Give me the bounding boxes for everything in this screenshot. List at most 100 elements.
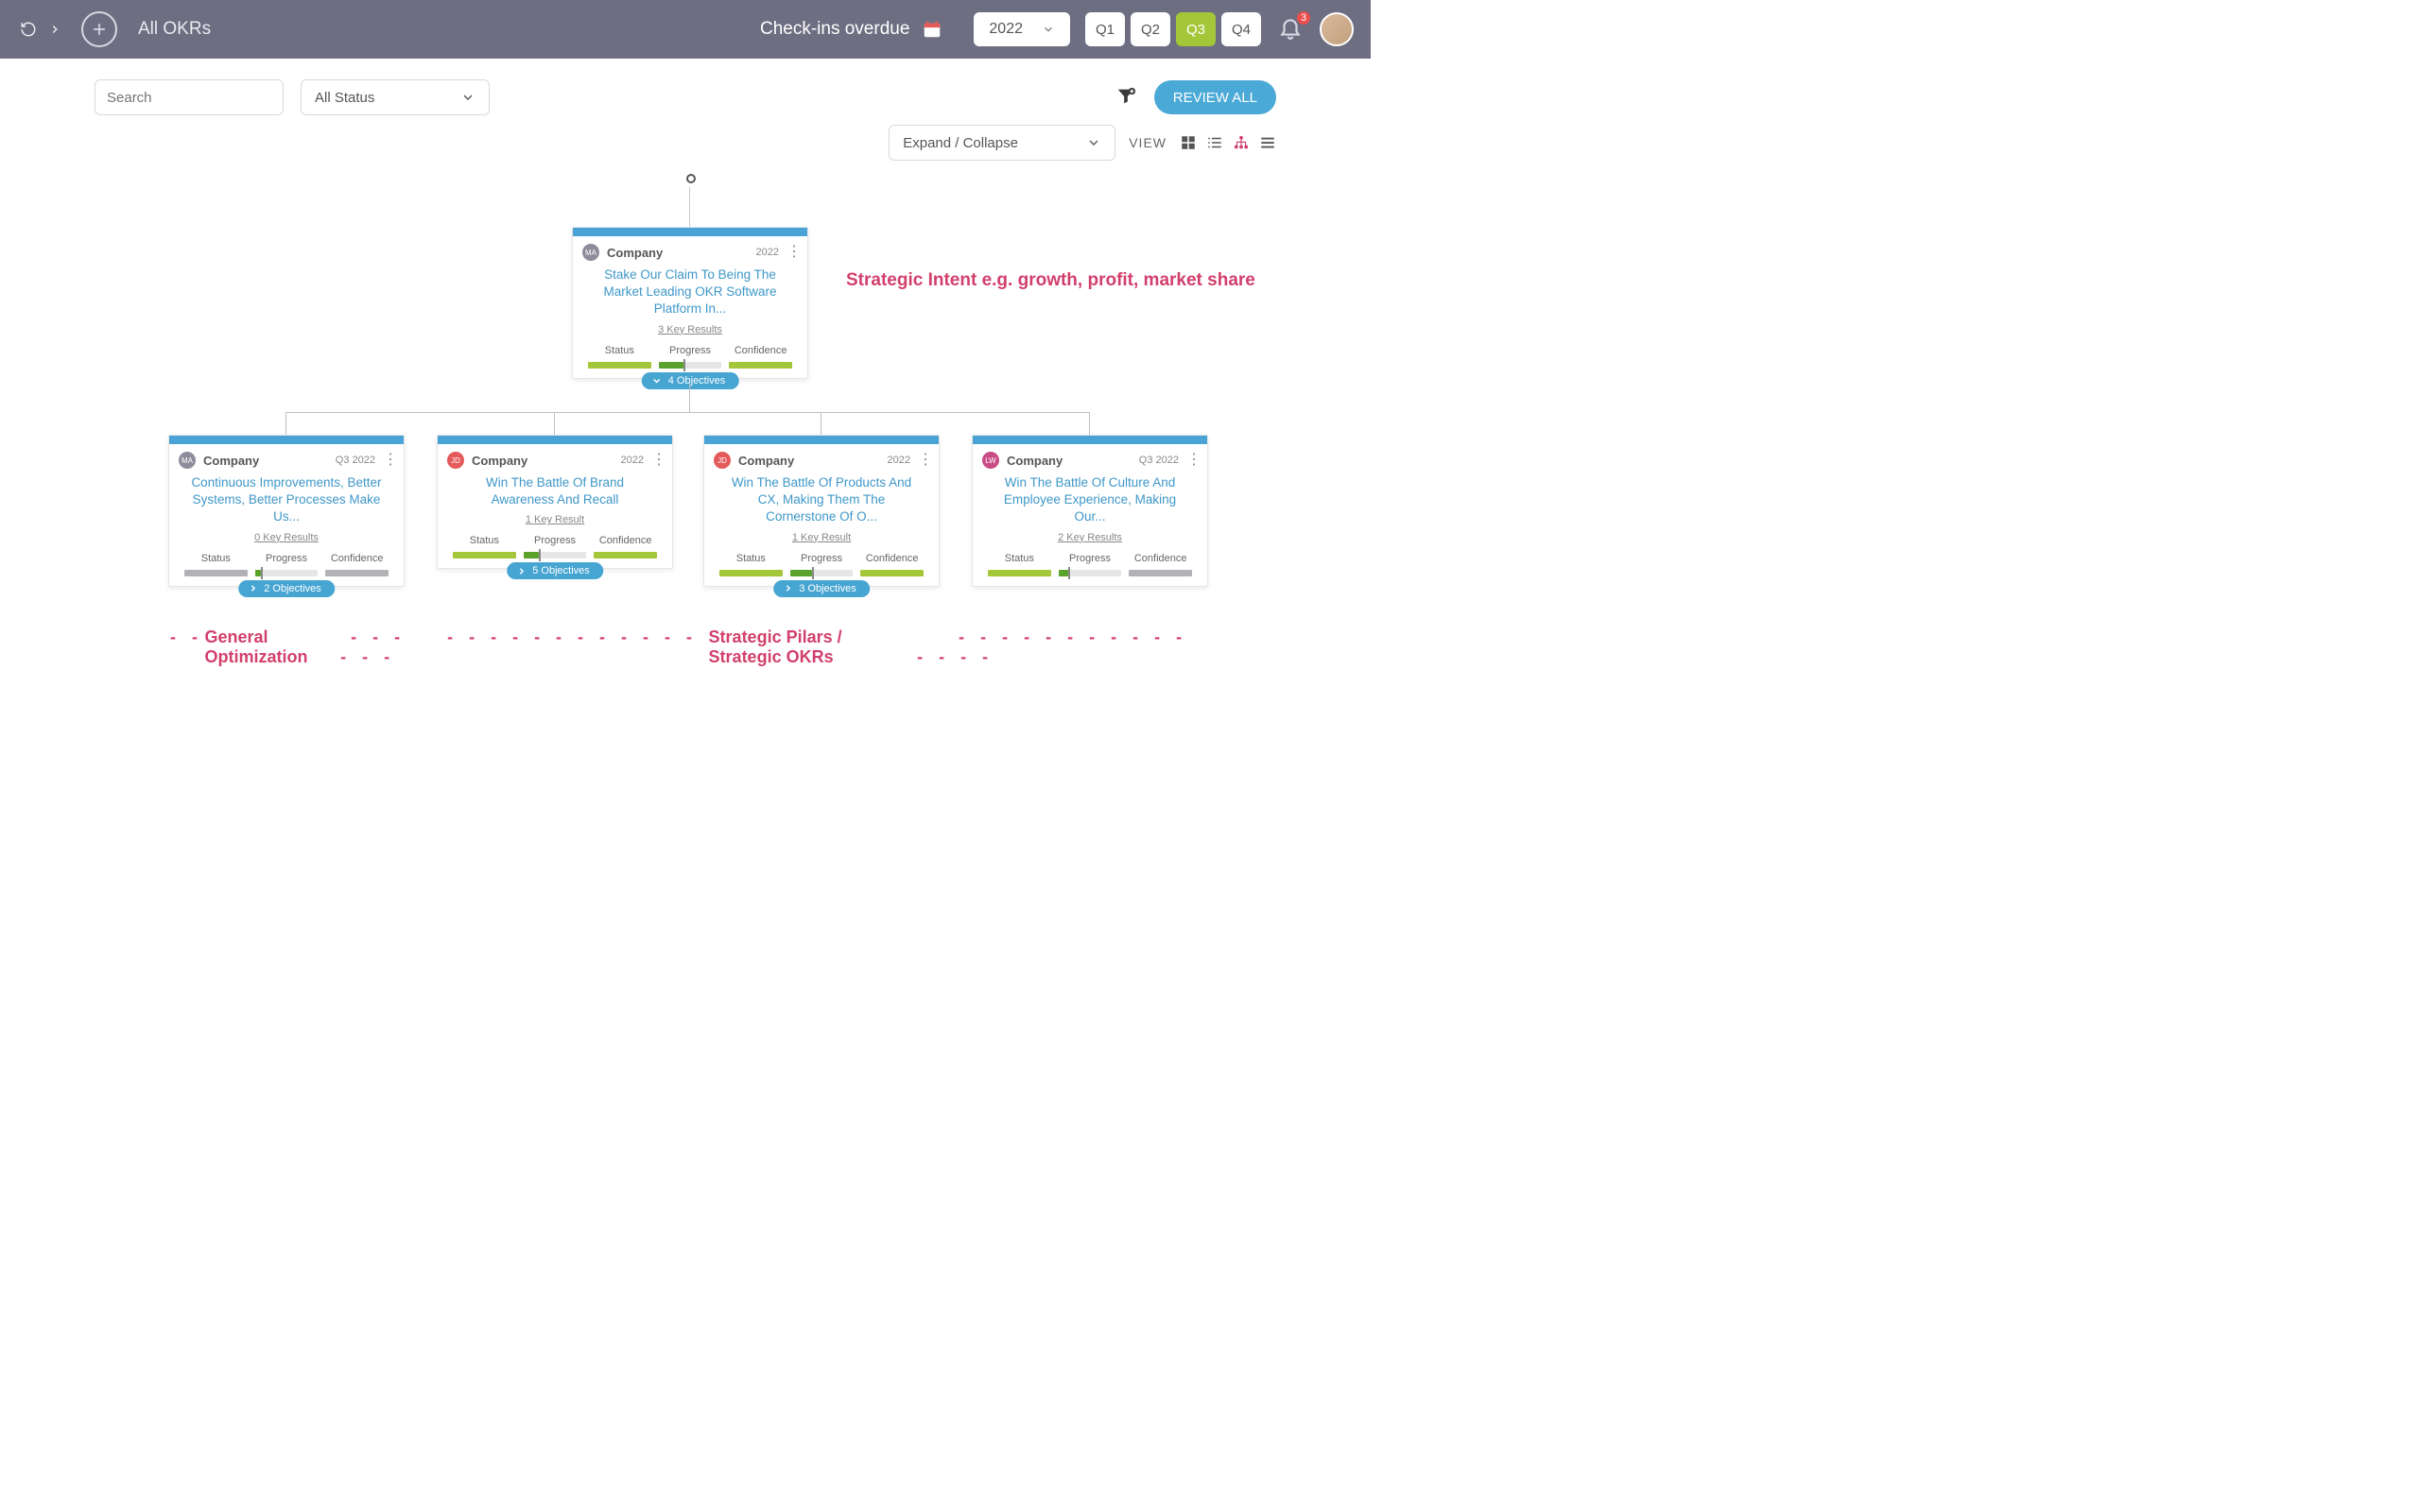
- owner-avatar: MA: [582, 244, 599, 261]
- period-label: Q3 2022: [336, 455, 375, 466]
- confidence-label: Confidence: [1125, 553, 1196, 564]
- status-filter-select[interactable]: All Status: [301, 79, 490, 115]
- confidence-label: Confidence: [590, 535, 661, 546]
- owner-avatar: LW: [982, 452, 999, 469]
- chevron-down-icon: [651, 375, 663, 387]
- expand-children-pill[interactable]: 3 Objectives: [773, 580, 870, 597]
- status-bar: [988, 570, 1051, 576]
- view-grid-icon[interactable]: [1180, 134, 1197, 151]
- confidence-bar: [325, 570, 389, 576]
- objective-title[interactable]: Win The Battle Of Products And CX, Makin…: [704, 472, 939, 532]
- user-avatar[interactable]: [1320, 12, 1354, 46]
- expand-children-pill[interactable]: 2 Objectives: [238, 580, 335, 597]
- confidence-label: Confidence: [856, 553, 927, 564]
- card-menu-icon[interactable]: ⋮: [1186, 456, 1198, 464]
- key-results-link[interactable]: 3 Key Results: [573, 324, 807, 335]
- quarter-q1[interactable]: Q1: [1085, 12, 1125, 46]
- progress-label: Progress: [786, 553, 857, 564]
- review-all-button[interactable]: REVIEW ALL: [1154, 80, 1276, 114]
- view-controls-row: Expand / Collapse VIEW: [0, 115, 1371, 161]
- expand-children-pill[interactable]: 4 Objectives: [642, 372, 739, 389]
- progress-bar: [1059, 570, 1122, 576]
- owner-avatar: MA: [179, 452, 196, 469]
- progress-label: Progress: [520, 535, 591, 546]
- expand-children-pill[interactable]: 5 Objectives: [507, 562, 603, 579]
- dash-divider: - - - - - - - - - - - - - - -: [917, 627, 1201, 667]
- view-rows-icon[interactable]: [1259, 134, 1276, 151]
- team-label: Company: [738, 454, 794, 468]
- controls-row: All Status REVIEW ALL: [0, 59, 1371, 115]
- key-results-link[interactable]: 2 Key Results: [973, 532, 1207, 543]
- team-label: Company: [1007, 454, 1063, 468]
- key-results-link[interactable]: 1 Key Result: [438, 514, 672, 525]
- status-label: Status: [584, 345, 655, 356]
- connector-line: [285, 412, 286, 435]
- status-label: Status: [449, 535, 520, 546]
- chevron-right-icon: [248, 583, 258, 593]
- connector-line: [554, 412, 555, 435]
- objective-title[interactable]: Win The Battle Of Culture And Employee E…: [973, 472, 1207, 532]
- key-results-link[interactable]: 0 Key Results: [169, 532, 404, 543]
- quarter-q4[interactable]: Q4: [1221, 12, 1261, 46]
- card-menu-icon[interactable]: ⋮: [651, 456, 663, 464]
- period-label: 2022: [621, 455, 644, 466]
- chevron-down-icon: [1042, 23, 1055, 36]
- okr-card-root[interactable]: MA Company 2022 ⋮ Stake Our Claim To Bei…: [572, 227, 808, 379]
- view-tree-icon[interactable]: [1233, 134, 1250, 151]
- expand-collapse-select[interactable]: Expand / Collapse: [889, 125, 1115, 161]
- confidence-bar: [729, 362, 792, 369]
- annotation-bottom-row: - - General Optimization - - - - - - - -…: [170, 627, 1201, 667]
- quarter-q3[interactable]: Q3: [1176, 12, 1216, 46]
- period-label: 2022: [888, 455, 910, 466]
- team-label: Company: [607, 246, 663, 260]
- objective-title[interactable]: Stake Our Claim To Being The Market Lead…: [573, 265, 807, 324]
- filter-add-icon[interactable]: [1115, 86, 1137, 109]
- progress-label: Progress: [655, 345, 726, 356]
- children-count: 4 Objectives: [668, 375, 726, 387]
- status-bar: [588, 362, 651, 369]
- forward-icon[interactable]: [42, 16, 68, 43]
- okr-card-child[interactable]: MA Company Q3 2022 ⋮ Continuous Improvem…: [168, 435, 405, 587]
- calendar-overdue-icon[interactable]: [921, 18, 945, 41]
- progress-bar: [659, 362, 722, 369]
- page-title: All OKRs: [138, 19, 211, 40]
- connector-line: [285, 412, 1089, 413]
- year-select[interactable]: 2022: [974, 12, 1070, 46]
- key-results-link[interactable]: 1 Key Result: [704, 532, 939, 543]
- search-input[interactable]: [95, 79, 284, 115]
- okr-card-child[interactable]: LW Company Q3 2022 ⋮ Win The Battle Of C…: [972, 435, 1208, 587]
- card-menu-icon[interactable]: ⋮: [383, 456, 394, 464]
- chevron-right-icon: [516, 566, 527, 576]
- card-menu-icon[interactable]: ⋮: [786, 249, 798, 256]
- period-label: 2022: [756, 247, 779, 258]
- quarter-selector: Q1 Q2 Q3 Q4: [1085, 12, 1261, 46]
- checkins-overdue-label: Check-ins overdue: [760, 19, 909, 40]
- chevron-right-icon: [783, 583, 793, 593]
- confidence-bar: [594, 552, 657, 558]
- team-label: Company: [472, 454, 527, 468]
- view-list-icon[interactable]: [1206, 134, 1223, 151]
- status-filter-label: All Status: [315, 90, 374, 106]
- confidence-label: Confidence: [321, 553, 392, 564]
- status-label: Status: [181, 553, 251, 564]
- top-header: All OKRs Check-ins overdue 2022 Q1 Q2 Q3…: [0, 0, 1371, 59]
- owner-avatar: JD: [447, 452, 464, 469]
- objective-title[interactable]: Continuous Improvements, Better Systems,…: [169, 472, 404, 532]
- expand-label: Expand / Collapse: [903, 135, 1018, 151]
- status-bar: [184, 570, 248, 576]
- refresh-icon[interactable]: [15, 16, 42, 43]
- connector-line: [1089, 412, 1090, 435]
- children-count: 3 Objectives: [799, 583, 856, 594]
- okr-card-child[interactable]: JD Company 2022 ⋮ Win The Battle Of Bran…: [437, 435, 673, 569]
- confidence-bar: [1129, 570, 1192, 576]
- year-value: 2022: [989, 21, 1023, 38]
- add-button[interactable]: [81, 11, 117, 47]
- annotation-strategic-intent: Strategic Intent e.g. growth, profit, ma…: [846, 270, 1255, 291]
- okr-card-child[interactable]: JD Company 2022 ⋮ Win The Battle Of Prod…: [703, 435, 940, 587]
- objective-title[interactable]: Win The Battle Of Brand Awareness And Re…: [438, 472, 672, 514]
- notifications-button[interactable]: 3: [1278, 15, 1306, 43]
- owner-avatar: JD: [714, 452, 731, 469]
- status-label: Status: [716, 553, 786, 564]
- card-menu-icon[interactable]: ⋮: [918, 456, 929, 464]
- quarter-q2[interactable]: Q2: [1131, 12, 1170, 46]
